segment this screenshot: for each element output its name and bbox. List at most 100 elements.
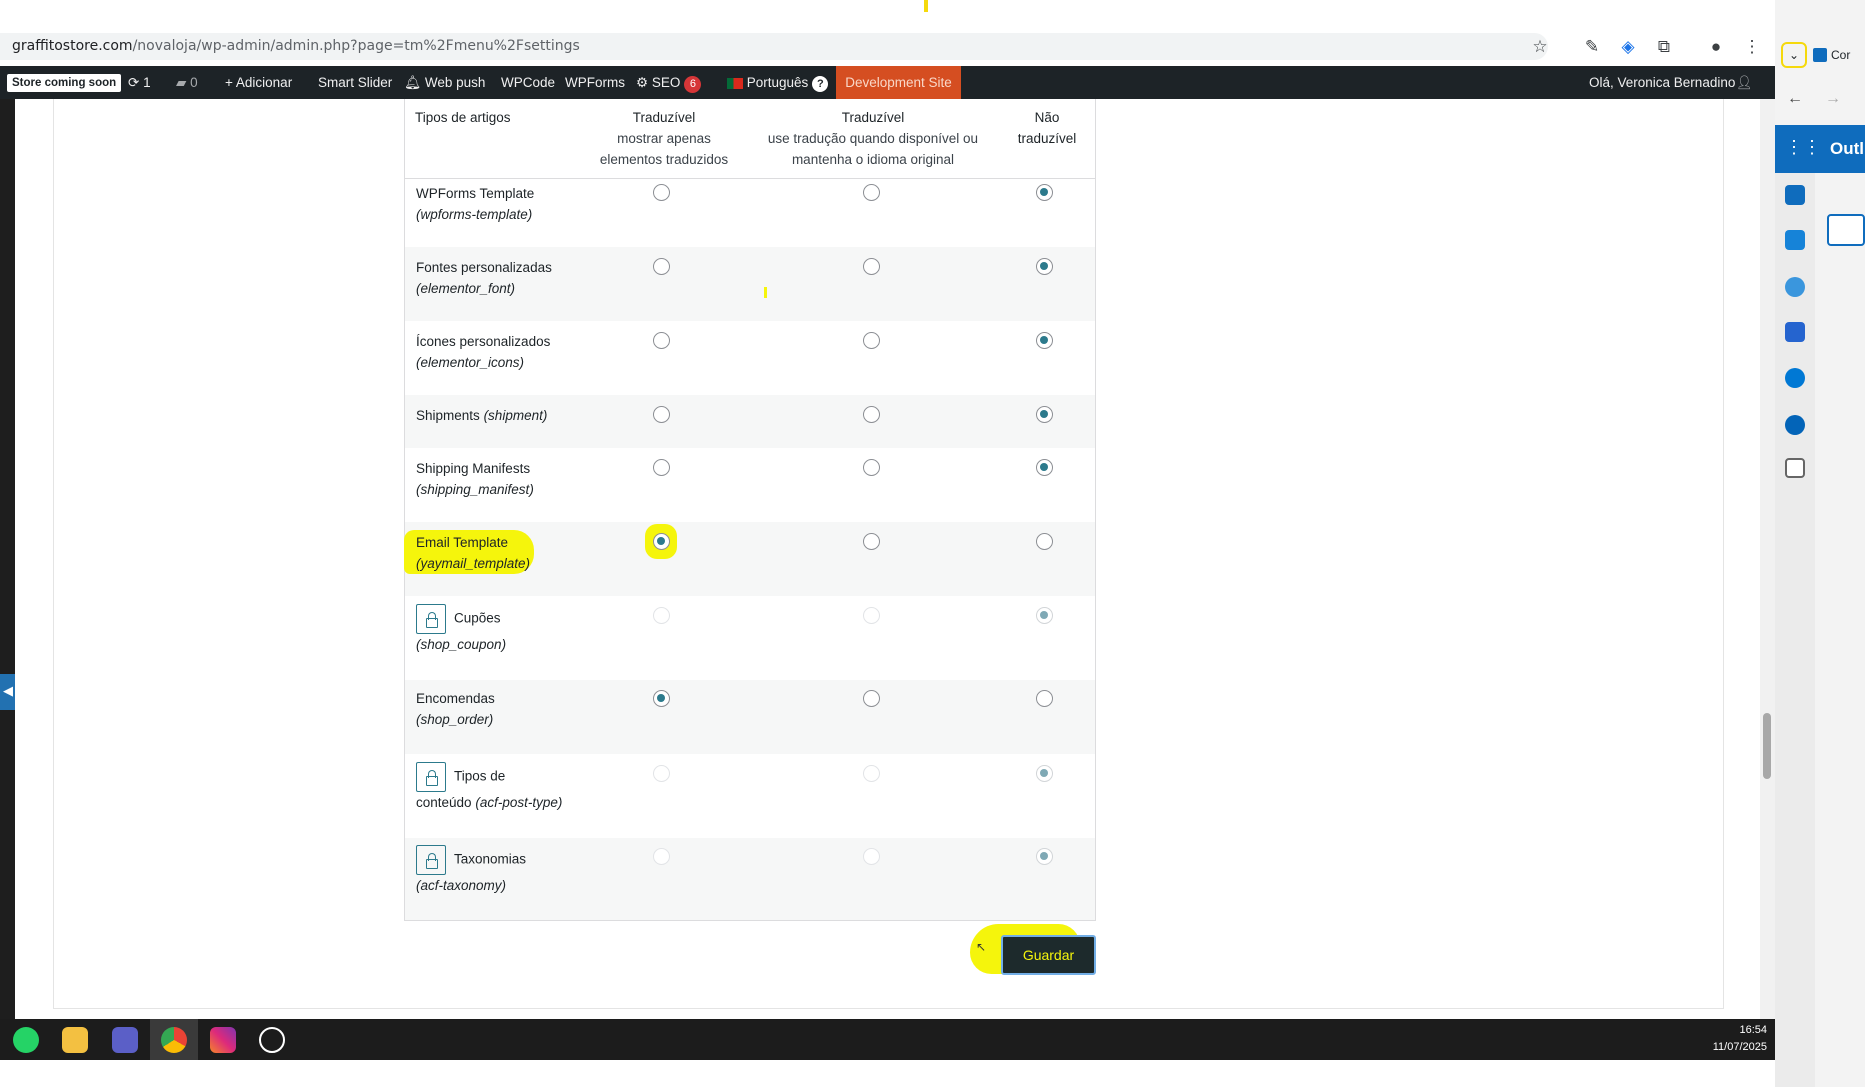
new-mail-button[interactable] xyxy=(1827,214,1865,246)
clock-date: 11/07/2025 xyxy=(1712,1041,1767,1053)
onedrive-icon[interactable] xyxy=(1785,415,1805,435)
bottom-edge xyxy=(0,1060,1775,1087)
radio-translatable-fallback[interactable] xyxy=(863,184,880,201)
whatsapp-icon[interactable] xyxy=(13,1027,39,1053)
radio-translatable-fallback xyxy=(863,607,880,624)
outlook-favicon xyxy=(1813,48,1827,62)
radio-translatable-only xyxy=(653,765,670,782)
radio-not-translatable[interactable] xyxy=(1036,406,1053,423)
seo-label: SEO xyxy=(651,75,681,90)
scrollbar-thumb[interactable] xyxy=(1763,713,1771,779)
collapse-tab[interactable]: ◀ xyxy=(0,674,15,710)
seo-gear-icon: ⚙ xyxy=(636,75,649,90)
instagram-icon[interactable] xyxy=(210,1027,236,1053)
language-help-badge: ? xyxy=(812,76,829,92)
people-icon[interactable] xyxy=(1785,277,1805,297)
url-host: graffitostore.com xyxy=(12,38,133,54)
app-launcher-icon[interactable]: ⋮⋮ xyxy=(1785,137,1821,158)
radio-not-translatable[interactable] xyxy=(1036,184,1053,201)
comment-icon: ▰ xyxy=(176,75,187,90)
radio-translatable-only[interactable] xyxy=(653,184,670,201)
radio-translatable-only[interactable] xyxy=(653,258,670,275)
mail-icon[interactable] xyxy=(1785,185,1805,205)
web-push-item[interactable]: 🔔︎ Web push xyxy=(404,66,485,99)
radio-not-translatable xyxy=(1036,848,1053,865)
chrome-icon[interactable] xyxy=(161,1027,187,1053)
tab-dropdown-icon[interactable]: ⌄ xyxy=(1781,42,1807,68)
row-label: Cupões (shop_coupon) xyxy=(416,604,506,655)
todo-icon[interactable] xyxy=(1785,322,1805,342)
windows-taskbar: 16:54 11/07/2025 xyxy=(0,1019,1775,1060)
smart-slider-item[interactable]: Smart Slider xyxy=(318,66,392,99)
row-label: Fontes personalizadas (elementor_font) xyxy=(416,260,552,296)
user-greeting[interactable]: Olá, Veronica Bernadino xyxy=(1589,66,1735,99)
lock-icon xyxy=(416,845,446,875)
radio-translatable-fallback[interactable] xyxy=(863,406,880,423)
radio-translatable-only[interactable] xyxy=(653,459,670,476)
language-item[interactable]: Português? xyxy=(727,66,829,99)
clock[interactable]: 16:54 11/07/2025 xyxy=(1713,1022,1767,1056)
groups-icon[interactable] xyxy=(1785,368,1805,388)
address-bar[interactable]: graffitostore.com/novaloja/wp-admin/admi… xyxy=(0,33,1548,60)
add-new-item[interactable]: + Adicionar xyxy=(225,66,292,99)
seo-item[interactable]: ⚙ SEO 6 xyxy=(636,66,702,99)
row-label: Shipping Manifests (shipping_manifest) xyxy=(416,461,534,497)
radio-not-translatable[interactable] xyxy=(1036,690,1053,707)
clock-time: 16:54 xyxy=(1739,1024,1767,1036)
comments-count: 0 xyxy=(190,75,198,90)
back-arrow-icon[interactable]: ← xyxy=(1787,90,1803,108)
eyedropper-icon[interactable]: ✎ xyxy=(1580,33,1604,60)
development-site-item[interactable]: Development Site xyxy=(836,66,961,99)
bell-icon: 🔔︎ xyxy=(404,75,422,90)
user-avatar-icon[interactable]: 👤︎ xyxy=(1736,66,1753,99)
refresh-icon: ⟳ xyxy=(128,75,140,90)
radio-not-translatable[interactable] xyxy=(1036,258,1053,275)
header-translatable-fallback: Traduzível use tradução quando disponíve… xyxy=(767,110,979,167)
header-translatable-only: Traduzível mostrar apenas elementos trad… xyxy=(599,110,729,167)
language-label: Português xyxy=(746,75,809,90)
radio-translatable-only[interactable] xyxy=(653,406,670,423)
url-path: /novaloja/wp-admin/admin.php?page=tm%2Fm… xyxy=(132,38,580,54)
wpforms-item[interactable]: WPForms xyxy=(565,66,625,99)
outlook-app-rail xyxy=(1775,173,1815,1087)
radio-not-translatable[interactable] xyxy=(1036,533,1053,550)
radio-translatable-only xyxy=(653,607,670,624)
file-explorer-icon[interactable] xyxy=(62,1027,88,1053)
header-not-translatable: Não traduzível xyxy=(1017,110,1077,146)
radio-translatable-fallback[interactable] xyxy=(863,690,880,707)
forward-arrow-icon[interactable]: → xyxy=(1825,90,1841,108)
row-label: Email Template (yaymail_template) xyxy=(416,535,531,571)
bookmark-star-icon[interactable]: ☆ xyxy=(1528,33,1552,60)
store-coming-soon-badge[interactable]: Store coming soon xyxy=(7,74,122,92)
chrome-menu-icon[interactable]: ⋮ xyxy=(1740,33,1764,60)
radio-translatable-fallback[interactable] xyxy=(863,459,880,476)
highlight-mark xyxy=(764,287,767,298)
chatgpt-icon[interactable] xyxy=(259,1027,285,1053)
page-scrollbar[interactable] xyxy=(1760,99,1775,1019)
radio-translatable-fallback[interactable] xyxy=(863,258,880,275)
outlook-tab-title[interactable]: Cor xyxy=(1831,48,1850,62)
wp-admin-bar: Store coming soon ⟳ 1 ▰ 0 + Adicionar Sm… xyxy=(0,66,1775,99)
radio-translatable-fallback[interactable] xyxy=(863,332,880,349)
radio-translatable-fallback xyxy=(863,765,880,782)
lock-icon xyxy=(416,604,446,634)
updates-item[interactable]: ⟳ 1 xyxy=(128,66,151,99)
comments-item[interactable]: ▰ 0 xyxy=(176,66,198,99)
seo-count-badge: 6 xyxy=(684,76,702,93)
extension-tag-icon[interactable]: ◈ xyxy=(1616,33,1640,60)
extensions-puzzle-icon[interactable]: ⧉ xyxy=(1652,33,1676,60)
radio-not-translatable[interactable] xyxy=(1036,332,1053,349)
apps-icon[interactable] xyxy=(1785,458,1805,478)
updates-count: 1 xyxy=(143,75,151,90)
profile-avatar-icon[interactable]: ● xyxy=(1704,33,1728,60)
row-label: WPForms Template (wpforms-template) xyxy=(416,186,535,222)
radio-translatable-fallback[interactable] xyxy=(863,533,880,550)
save-button[interactable]: Guardar xyxy=(1001,935,1096,975)
radio-translatable-only[interactable] xyxy=(653,332,670,349)
radio-not-translatable[interactable] xyxy=(1036,459,1053,476)
wpcode-item[interactable]: WPCode xyxy=(501,66,555,99)
radio-translatable-only[interactable] xyxy=(653,690,670,707)
teams-icon[interactable] xyxy=(112,1027,138,1053)
calendar-icon[interactable] xyxy=(1785,230,1805,250)
radio-translatable-only[interactable] xyxy=(653,533,670,550)
